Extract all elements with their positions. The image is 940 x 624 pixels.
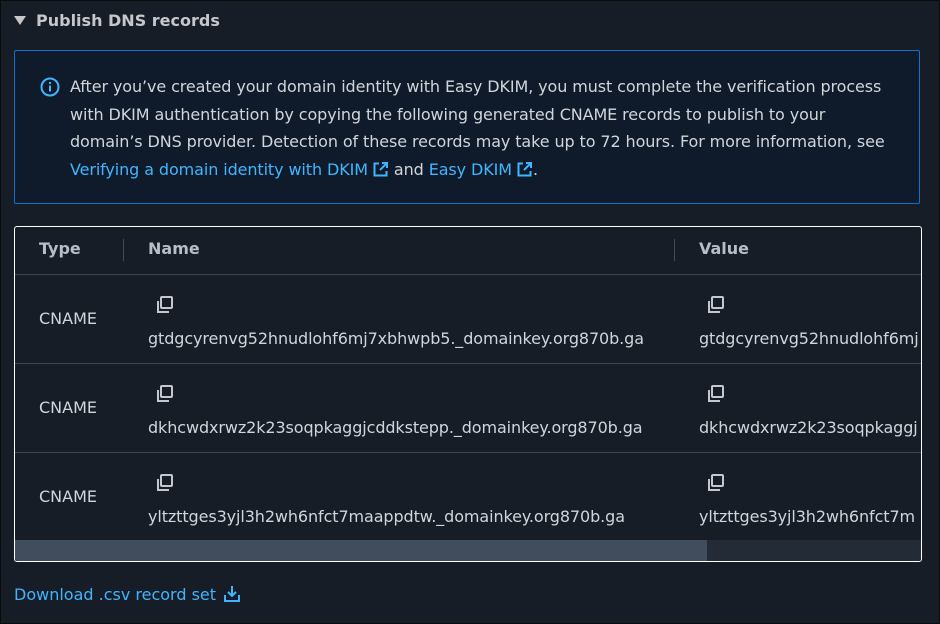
record-type: CNAME	[39, 398, 97, 417]
download-icon	[224, 586, 241, 602]
copy-icon[interactable]	[155, 295, 175, 315]
link-verifying-label: Verifying a domain identity with DKIM	[70, 159, 368, 179]
external-link-icon	[373, 161, 388, 176]
dns-records-table: Type Name Value CNAME gtdgcyrenvg52hnudl…	[14, 226, 922, 562]
info-text-main: After you’ve created your domain identit…	[70, 77, 885, 151]
record-name: dkhcwdxrwz2k23soqpkaggjcddkstepp._domain…	[148, 418, 643, 437]
record-type: CNAME	[39, 487, 97, 506]
section-title: Publish DNS records	[36, 10, 220, 30]
copy-icon[interactable]	[155, 384, 175, 404]
record-value: dkhcwdxrwz2k23soqpkaggj	[699, 418, 918, 437]
info-text-period: .	[532, 159, 538, 179]
scrollbar-thumb[interactable]	[15, 540, 707, 561]
record-type: CNAME	[39, 309, 97, 328]
link-easy-dkim-label: Easy DKIM	[428, 159, 512, 179]
column-divider[interactable]	[123, 239, 124, 261]
info-message: After you’ve created your domain identit…	[70, 73, 900, 183]
download-csv-link[interactable]: Download .csv record set	[14, 584, 242, 604]
copy-icon[interactable]	[155, 473, 175, 493]
table-row: CNAME gtdgcyrenvg52hnudlohf6mj7xbhwpb5._…	[15, 275, 921, 364]
copy-icon[interactable]	[706, 295, 726, 315]
copy-icon[interactable]	[706, 384, 726, 404]
download-csv-label: Download .csv record set	[14, 584, 217, 604]
table-header: Type Name Value	[15, 227, 921, 275]
column-header-value: Value	[699, 239, 750, 258]
info-alert: After you’ve created your domain identit…	[14, 50, 920, 204]
copy-icon[interactable]	[706, 473, 726, 493]
record-value: yltzttges3yjl3h2wh6nfct7m	[699, 507, 916, 526]
column-divider[interactable]	[674, 239, 675, 261]
link-verifying-domain-identity[interactable]: Verifying a domain identity with DKIM	[70, 160, 389, 179]
table-row: CNAME yltzttges3yjl3h2wh6nfct7maappdtw._…	[15, 453, 921, 541]
info-icon	[40, 77, 60, 97]
external-link-icon	[517, 161, 532, 176]
info-text-and: and	[388, 159, 429, 179]
record-name: gtdgcyrenvg52hnudlohf6mj7xbhwpb5._domain…	[148, 329, 644, 348]
column-header-type: Type	[39, 239, 81, 258]
horizontal-scrollbar[interactable]	[15, 540, 921, 561]
record-name: yltzttges3yjl3h2wh6nfct7maappdtw._domain…	[148, 507, 625, 526]
caret-down-icon	[14, 15, 26, 25]
column-header-name: Name	[148, 239, 200, 258]
section-header-toggle[interactable]: Publish DNS records	[14, 8, 220, 32]
record-value: gtdgcyrenvg52hnudlohf6mj	[699, 329, 919, 348]
dns-records-panel: Publish DNS records After you’ve created…	[0, 0, 940, 624]
link-easy-dkim[interactable]: Easy DKIM	[429, 160, 533, 179]
table-row: CNAME dkhcwdxrwz2k23soqpkaggjcddkstepp._…	[15, 364, 921, 453]
